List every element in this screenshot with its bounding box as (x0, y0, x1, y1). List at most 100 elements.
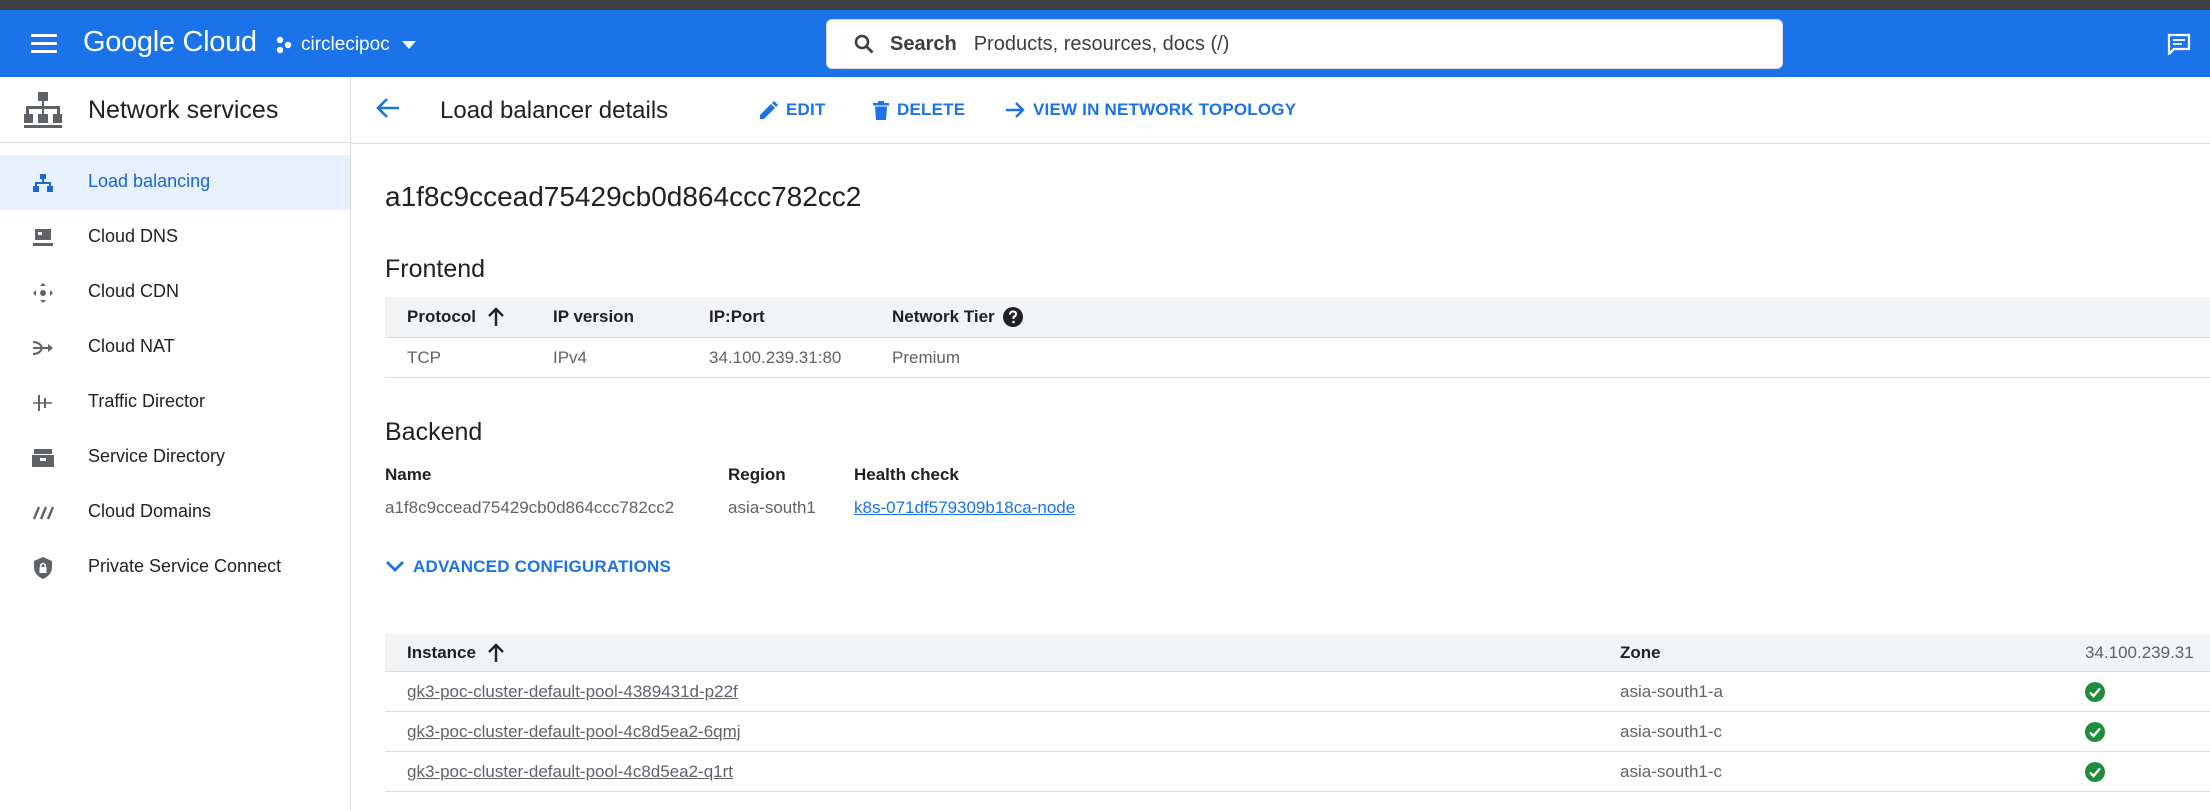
delete-button[interactable]: DELETE (873, 100, 965, 120)
network-services-icon (24, 92, 62, 128)
sidebar: Network services Load balancing Cloud DN… (0, 77, 351, 810)
sidebar-item-label: Cloud Domains (88, 501, 212, 521)
table-row: gk3-poc-cluster-default-pool-4389431d-p2… (385, 672, 2210, 712)
check-circle-icon (2085, 681, 2105, 702)
column-header-protocol[interactable]: Protocol (407, 297, 504, 337)
sort-arrow-up-icon[interactable] (488, 642, 504, 663)
search-placeholder: Products, resources, docs (/) (973, 32, 1230, 55)
column-header-network-tier[interactable]: Network Tier (892, 297, 1023, 337)
health-check-link[interactable]: k8s-071df579309b18ca-node (854, 498, 1075, 518)
instance-link[interactable]: gk3-poc-cluster-default-pool-4c8d5ea2-6q… (407, 712, 741, 751)
sidebar-item-cloud-cdn[interactable]: Cloud CDN (0, 265, 350, 320)
service-directory-icon (31, 448, 55, 468)
column-header-label: Protocol (407, 307, 476, 326)
hamburger-menu-icon[interactable] (29, 32, 59, 56)
zone-value: asia-south1-c (1620, 761, 1723, 781)
search-label: Search (890, 32, 957, 55)
sidebar-item-load-balancing[interactable]: Load balancing (0, 155, 350, 210)
instances-table-header: Instance Zone 34.100.239.31 (385, 634, 2210, 672)
frontend-table: Protocol IP version IP:Port Network Tier… (385, 297, 2210, 378)
delete-label: DELETE (897, 100, 966, 119)
frontend-heading: Frontend (385, 255, 486, 283)
sidebar-item-cloud-domains[interactable]: Cloud Domains (0, 485, 350, 540)
table-row: TCP IPv4 34.100.239.31:80 Premium (385, 338, 2210, 378)
project-icon (276, 36, 292, 54)
check-circle-icon (2085, 721, 2105, 742)
protocol-value: TCP (407, 347, 441, 367)
column-header-ip-port[interactable]: IP:Port (709, 297, 765, 337)
action-bar: Load balancer details EDIT DELETE VIEW I… (351, 77, 2210, 144)
sidebar-item-label: Private Service Connect (88, 556, 282, 576)
chevron-down-icon (401, 41, 416, 49)
zone-value: asia-south1-a (1620, 681, 1724, 701)
column-header-zone[interactable]: Zone (1620, 634, 1661, 671)
sidebar-item-label: Cloud CDN (88, 281, 180, 301)
table-row: gk3-poc-cluster-default-pool-4c8d5ea2-q1… (385, 752, 2210, 792)
column-header-instance[interactable]: Instance (407, 634, 504, 671)
traffic-director-icon (31, 393, 55, 413)
domains-icon (31, 503, 55, 523)
instances-table: Instance Zone 34.100.239.31 gk3-poc-clus… (385, 634, 2210, 792)
backend-heading: Backend (385, 418, 483, 446)
instance-link[interactable]: gk3-poc-cluster-default-pool-4c8d5ea2-q1… (407, 752, 733, 791)
frontend-table-header: Protocol IP version IP:Port Network Tier (385, 297, 2210, 338)
sidebar-item-service-directory[interactable]: Service Directory (0, 430, 350, 485)
sidebar-item-private-service-connect[interactable]: Private Service Connect (0, 540, 350, 595)
sidebar-item-label: Load balancing (88, 171, 211, 191)
health-status (2085, 712, 2105, 751)
ip-port-value: 34.100.239.31:80 (709, 347, 842, 367)
advanced-configurations-toggle[interactable]: ADVANCED CONFIGURATIONS (385, 557, 671, 577)
edit-button[interactable]: EDIT (760, 100, 826, 120)
health-status (2085, 672, 2105, 711)
sort-arrow-up-icon[interactable] (488, 307, 504, 327)
sidebar-item-label: Traffic Director (88, 391, 206, 411)
backend-health-check-label: Health check (854, 465, 959, 484)
column-header-ip-version[interactable]: IP version (553, 297, 634, 337)
backend-region-label: Region (728, 465, 786, 484)
backend-name-label: Name (385, 465, 432, 484)
google-cloud-logo[interactable]: Google Cloud (83, 26, 257, 59)
edit-label: EDIT (786, 100, 826, 119)
column-header-label: Instance (407, 642, 476, 662)
sidebar-item-label: Cloud NAT (88, 336, 175, 356)
dns-icon (31, 228, 55, 248)
feedback-chat-icon[interactable] (2167, 33, 2191, 55)
table-row: gk3-poc-cluster-default-pool-4c8d5ea2-6q… (385, 712, 2210, 752)
trash-icon (873, 100, 889, 120)
sidebar-item-cloud-dns[interactable]: Cloud DNS (0, 210, 350, 265)
sidebar-item-label: Cloud DNS (88, 226, 179, 246)
load-balancing-icon (31, 173, 55, 193)
view-topology-button[interactable]: VIEW IN NETWORK TOPOLOGY (1005, 100, 1296, 120)
backend-name-value: a1f8c9ccead75429cb0d864ccc782cc2 (385, 498, 675, 517)
instance-link[interactable]: gk3-poc-cluster-default-pool-4389431d-p2… (407, 672, 738, 711)
advanced-configurations-label: ADVANCED CONFIGURATIONS (413, 557, 672, 576)
check-circle-icon (2085, 761, 2105, 782)
search-bar[interactable]: Search Products, resources, docs (/) (826, 19, 1783, 69)
top-bar: Google Cloud circlecipoc Search Products… (0, 10, 2210, 77)
sidebar-header: Network services (0, 77, 350, 143)
column-header-label: Network Tier (892, 307, 995, 326)
window-top-strip (0, 0, 2210, 10)
load-balancer-name: a1f8c9ccead75429cb0d864ccc782cc2 (385, 181, 862, 212)
ip-version-value: IPv4 (553, 347, 588, 367)
project-name: circlecipoc (301, 34, 390, 55)
backend-region-value: asia-south1 (728, 498, 816, 517)
column-header-ip[interactable]: 34.100.239.31 (2085, 634, 2194, 671)
help-icon[interactable] (1002, 307, 1023, 327)
product-title: Network services (88, 96, 279, 124)
back-arrow-icon[interactable] (375, 96, 401, 120)
nat-icon (31, 338, 55, 358)
page-title: Load balancer details (440, 97, 669, 124)
chevron-down-icon (386, 561, 404, 572)
arrow-right-icon (1006, 102, 1025, 118)
sidebar-item-cloud-nat[interactable]: Cloud NAT (0, 320, 350, 375)
project-selector[interactable]: circlecipoc (276, 30, 425, 60)
health-status (2085, 752, 2105, 791)
cdn-icon (31, 283, 55, 303)
network-tier-value: Premium (892, 347, 961, 367)
topology-label: VIEW IN NETWORK TOPOLOGY (1033, 100, 1297, 119)
sidebar-item-traffic-director[interactable]: Traffic Director (0, 375, 350, 430)
shield-lock-icon (31, 557, 55, 579)
zone-value: asia-south1-c (1620, 721, 1723, 741)
main-content: Load balancer details EDIT DELETE VIEW I… (351, 77, 2210, 810)
